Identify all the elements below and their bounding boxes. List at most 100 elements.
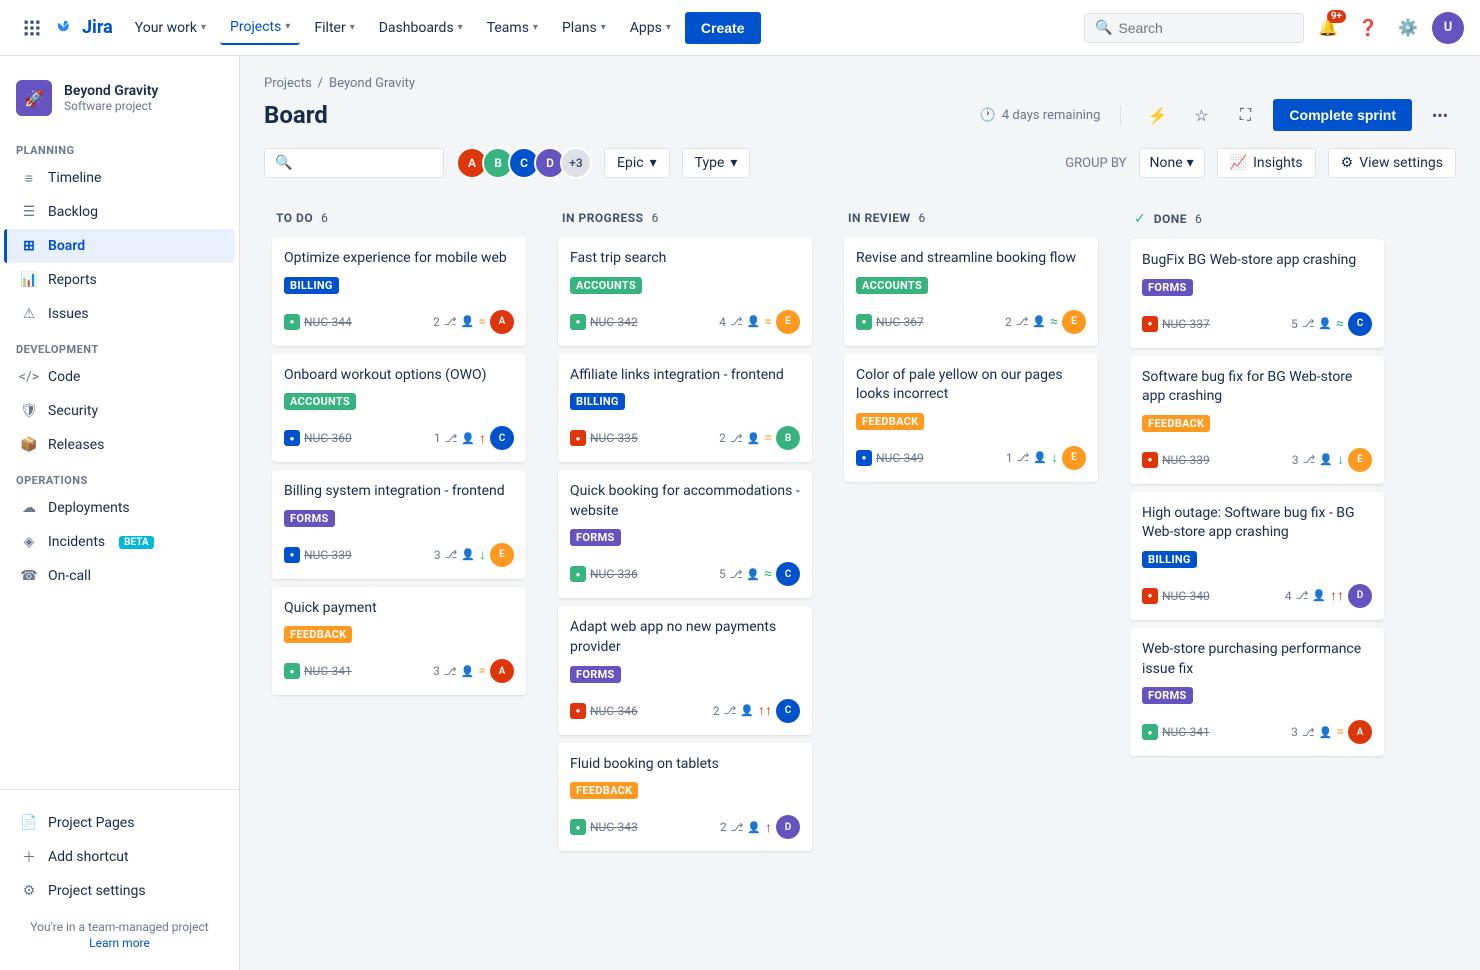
subtask-icon: ⎇ <box>445 548 458 561</box>
group-by-select[interactable]: None ▾ <box>1139 148 1205 178</box>
nav-apps[interactable]: Apps ▾ <box>620 12 681 44</box>
card-meta: 5 ⎇ 👤 ≈ C <box>1291 312 1372 336</box>
card-meta: 2 ⎇ 👤 ↑↑ C <box>713 699 800 723</box>
jira-logo[interactable]: Jira <box>52 16 113 40</box>
card-type-icon: ● <box>570 430 586 446</box>
sidebar-item-label-releases: Releases <box>48 437 104 453</box>
priority-icon: = <box>764 314 772 330</box>
more-members-badge[interactable]: +3 <box>560 147 592 179</box>
complete-sprint-button[interactable]: Complete sprint <box>1273 99 1412 131</box>
card-footer: ● NUC-343 2 ⎇ 👤 ↑ D <box>570 815 800 839</box>
view-settings-button[interactable]: ⚙ View settings <box>1328 148 1456 178</box>
card-footer: ● NUC-341 3 ⎇ 👤 = A <box>1142 720 1372 744</box>
type-filter-button[interactable]: Type ▾ <box>682 148 751 178</box>
card[interactable]: Adapt web app no new payments provider F… <box>558 606 812 734</box>
fullscreen-button[interactable]: ⛶ <box>1229 99 1261 131</box>
member-icon: 👤 <box>747 315 761 328</box>
board-search-input[interactable] <box>298 155 433 171</box>
chevron-down-icon: ▾ <box>201 22 206 33</box>
sidebar-item-project-pages[interactable]: 📄 Project Pages <box>4 806 235 840</box>
user-avatar[interactable]: U <box>1432 12 1464 44</box>
priority-icon: ≈ <box>1050 314 1058 330</box>
card-footer: ● NUC-341 3 ⎇ 👤 = A <box>284 659 514 683</box>
sidebar-item-deployments[interactable]: ☁ Deployments <box>4 491 235 525</box>
settings-button[interactable]: ⚙️ <box>1392 12 1424 44</box>
subtask-icon: ⎇ <box>730 432 743 445</box>
insights-button[interactable]: 📈 Insights <box>1217 148 1316 178</box>
story-points: 3 <box>433 664 440 678</box>
card[interactable]: Quick booking for accommodations - websi… <box>558 470 812 598</box>
card-label: BILLING <box>570 393 625 410</box>
story-points: 5 <box>719 567 726 581</box>
card[interactable]: Revise and streamline booking flow ACCOU… <box>844 237 1098 346</box>
sidebar-item-project-settings[interactable]: ⚙ Project settings <box>4 874 235 908</box>
sidebar-item-board[interactable]: ⊞ Board <box>4 229 235 263</box>
member-icon: 👤 <box>747 821 761 834</box>
sidebar-item-incidents[interactable]: ◈ Incidents BETA <box>4 525 235 559</box>
star-button[interactable]: ☆ <box>1185 99 1217 131</box>
card-type-icon: ● <box>570 819 586 835</box>
sidebar-item-code[interactable]: </> Code <box>4 360 235 394</box>
story-points: 2 <box>1005 315 1012 329</box>
card-footer: ● NUC-344 2 ⎇ 👤 = A <box>284 310 514 334</box>
sidebar-item-reports[interactable]: 📊 Reports <box>4 263 235 297</box>
priority-icon: ↑ <box>765 819 772 836</box>
nav-dashboards[interactable]: Dashboards ▾ <box>369 12 473 44</box>
card-id-text: NUC-341 <box>304 664 352 678</box>
card[interactable]: Fluid booking on tablets FEEDBACK ● NUC-… <box>558 743 812 852</box>
sidebar-item-timeline[interactable]: ≡ Timeline <box>4 161 235 195</box>
breadcrumb-project-link[interactable]: Beyond Gravity <box>329 76 415 91</box>
card[interactable]: Web-store purchasing performance issue f… <box>1130 628 1384 756</box>
card[interactable]: Optimize experience for mobile web BILLI… <box>272 237 526 346</box>
sidebar-item-issues[interactable]: ⚠ Issues <box>4 297 235 331</box>
card[interactable]: Affiliate links integration - frontend B… <box>558 354 812 463</box>
card-title: Software bug fix for BG Web-store app cr… <box>1142 368 1372 407</box>
reports-icon: 📊 <box>20 271 38 289</box>
card[interactable]: Software bug fix for BG Web-store app cr… <box>1130 356 1384 484</box>
priority-icon: ≈ <box>764 566 772 582</box>
nav-teams[interactable]: Teams ▾ <box>477 12 548 44</box>
team-managed-notice: You're in a team-managed project Learn m… <box>0 908 239 954</box>
grid-menu-button[interactable] <box>16 12 48 44</box>
card[interactable]: Quick payment FEEDBACK ● NUC-341 3 ⎇ 👤 =… <box>272 587 526 696</box>
card[interactable]: Color of pale yellow on our pages looks … <box>844 354 1098 482</box>
card[interactable]: BugFix BG Web-store app crashing FORMS ●… <box>1130 239 1384 348</box>
card[interactable]: Fast trip search ACCOUNTS ● NUC-342 4 ⎇ … <box>558 237 812 346</box>
card-title: High outage: Software bug fix - BG Web-s… <box>1142 504 1372 543</box>
help-button[interactable]: ❓ <box>1352 12 1384 44</box>
sidebar-item-backlog[interactable]: ☰ Backlog <box>4 195 235 229</box>
notifications-button[interactable]: 🔔 9+ <box>1312 12 1344 44</box>
card[interactable]: Onboard workout options (OWO) ACCOUNTS ●… <box>272 354 526 463</box>
sidebar-item-releases[interactable]: 📦 Releases <box>4 428 235 462</box>
card-title: Adapt web app no new payments provider <box>570 618 800 657</box>
epic-filter-button[interactable]: Epic ▾ <box>604 148 670 178</box>
card-id: ● NUC-349 <box>856 450 924 466</box>
sidebar-item-label-project-pages: Project Pages <box>48 815 134 831</box>
search-input[interactable] <box>1118 20 1293 36</box>
card[interactable]: Billing system integration - frontend FO… <box>272 470 526 579</box>
card[interactable]: High outage: Software bug fix - BG Web-s… <box>1130 492 1384 620</box>
card-title: Revise and streamline booking flow <box>856 249 1086 269</box>
create-button[interactable]: Create <box>685 12 761 44</box>
search-box[interactable]: 🔍 <box>1084 13 1304 43</box>
card-avatar: B <box>776 426 800 450</box>
learn-more-link[interactable]: Learn more <box>16 936 223 950</box>
column-count: 6 <box>919 211 926 225</box>
column-header-todo: TO DO 6 <box>272 211 526 225</box>
sidebar-item-security[interactable]: 🛡 Security <box>4 394 235 428</box>
more-options-button[interactable]: ••• <box>1424 99 1456 131</box>
sidebar-item-label-deployments: Deployments <box>48 500 130 516</box>
sidebar-item-oncall[interactable]: ☎ On-call <box>4 559 235 593</box>
nav-your-work[interactable]: Your work ▾ <box>125 12 216 44</box>
nav-filter[interactable]: Filter ▾ <box>304 12 364 44</box>
card-meta: 2 ⎇ 👤 ↑ D <box>720 815 800 839</box>
nav-plans[interactable]: Plans ▾ <box>552 12 616 44</box>
sidebar-item-add-shortcut[interactable]: ＋ Add shortcut <box>4 840 235 874</box>
operations-section-label: OPERATIONS <box>0 462 239 491</box>
nav-projects[interactable]: Projects ▾ <box>220 11 300 45</box>
incidents-icon: ◈ <box>20 533 38 551</box>
lightning-button[interactable]: ⚡ <box>1141 99 1173 131</box>
breadcrumb-projects-link[interactable]: Projects <box>264 76 312 91</box>
member-icon: 👤 <box>746 568 760 581</box>
board-search[interactable]: 🔍 <box>264 148 444 178</box>
